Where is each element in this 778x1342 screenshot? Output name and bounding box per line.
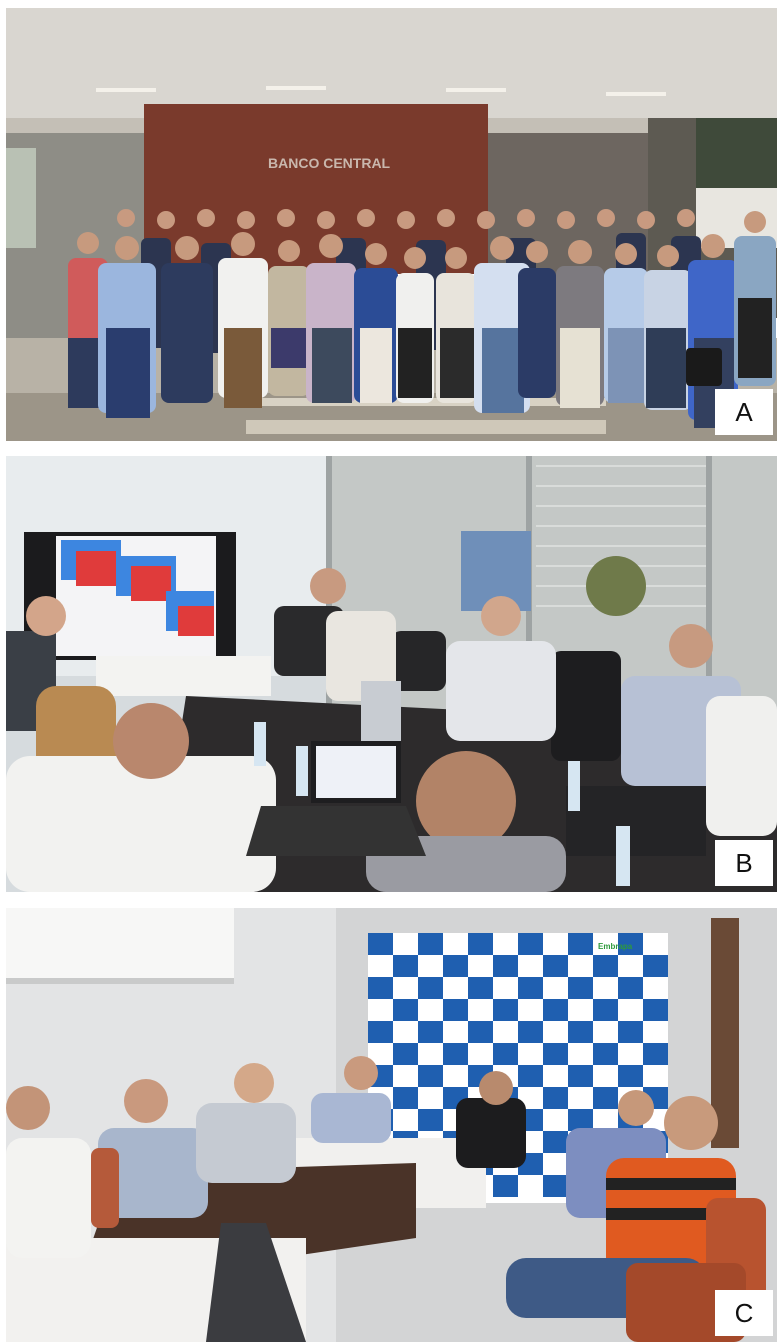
meeting-room-scene bbox=[6, 456, 777, 892]
panel-b-label: B bbox=[715, 840, 773, 886]
panel-a-photo: BANCO CENTRAL A bbox=[6, 8, 777, 441]
banner-logo-text: Embrapa bbox=[598, 942, 633, 951]
panel-a-label: A bbox=[715, 389, 773, 435]
panel-c-label: C bbox=[715, 1290, 773, 1336]
panel-c-photo: Embrapa C bbox=[6, 908, 777, 1342]
panel-b-photo: B bbox=[6, 456, 777, 892]
building-sign-text: BANCO CENTRAL bbox=[268, 155, 391, 171]
meeting-room-banner-scene: Embrapa bbox=[6, 908, 777, 1342]
group-photo-scene: BANCO CENTRAL bbox=[6, 8, 777, 441]
